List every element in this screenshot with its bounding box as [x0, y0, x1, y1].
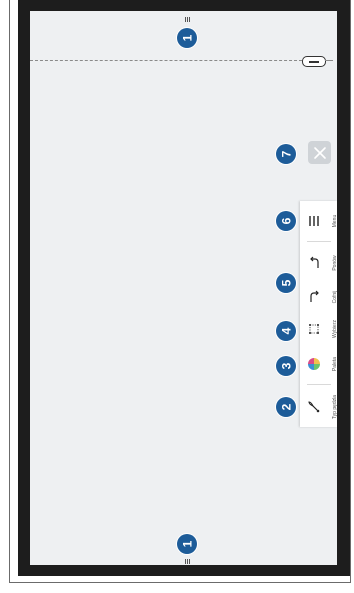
brush-label: Typ pędzla: [332, 394, 338, 420]
dashed-guide-tail: [325, 60, 333, 61]
close-icon: [313, 146, 326, 159]
callout-badge-palette: 3: [276, 356, 296, 376]
callout-badge-bottom: 1: [177, 534, 197, 554]
callout-badge-brush: 2: [276, 397, 296, 417]
menu-label: Menu: [332, 214, 338, 228]
select-icon: [306, 321, 322, 337]
redo-label: Ponów: [332, 255, 338, 271]
redo-icon: [306, 255, 322, 271]
callout-badge-top: 1: [177, 28, 197, 48]
palette-label: Paleta: [332, 356, 338, 372]
dashed-guide-line: [30, 60, 302, 61]
callout-badge-undo: 5: [276, 273, 296, 293]
brush-icon: [306, 399, 322, 415]
menu-icon: [306, 213, 322, 229]
undo-label: Cofnij: [332, 290, 338, 304]
undo-icon: [306, 289, 322, 305]
select-label: Wybierz: [332, 320, 338, 339]
collapse-toggle[interactable]: [302, 56, 326, 67]
toolbar-divider: [307, 384, 331, 385]
close-button[interactable]: [308, 141, 331, 164]
bottom-drag-handle[interactable]: [178, 557, 196, 565]
toolbar-divider: [307, 241, 331, 242]
callout-badge-close: 7: [276, 144, 296, 164]
side-toolbar: Menu Ponów Cofnij Wybierz Paleta Typ pęd…: [300, 201, 338, 427]
callout-badge-menu: 6: [276, 211, 296, 231]
palette-icon: [306, 356, 322, 372]
top-drag-handle[interactable]: [178, 15, 196, 23]
callout-badge-select: 4: [276, 321, 296, 341]
